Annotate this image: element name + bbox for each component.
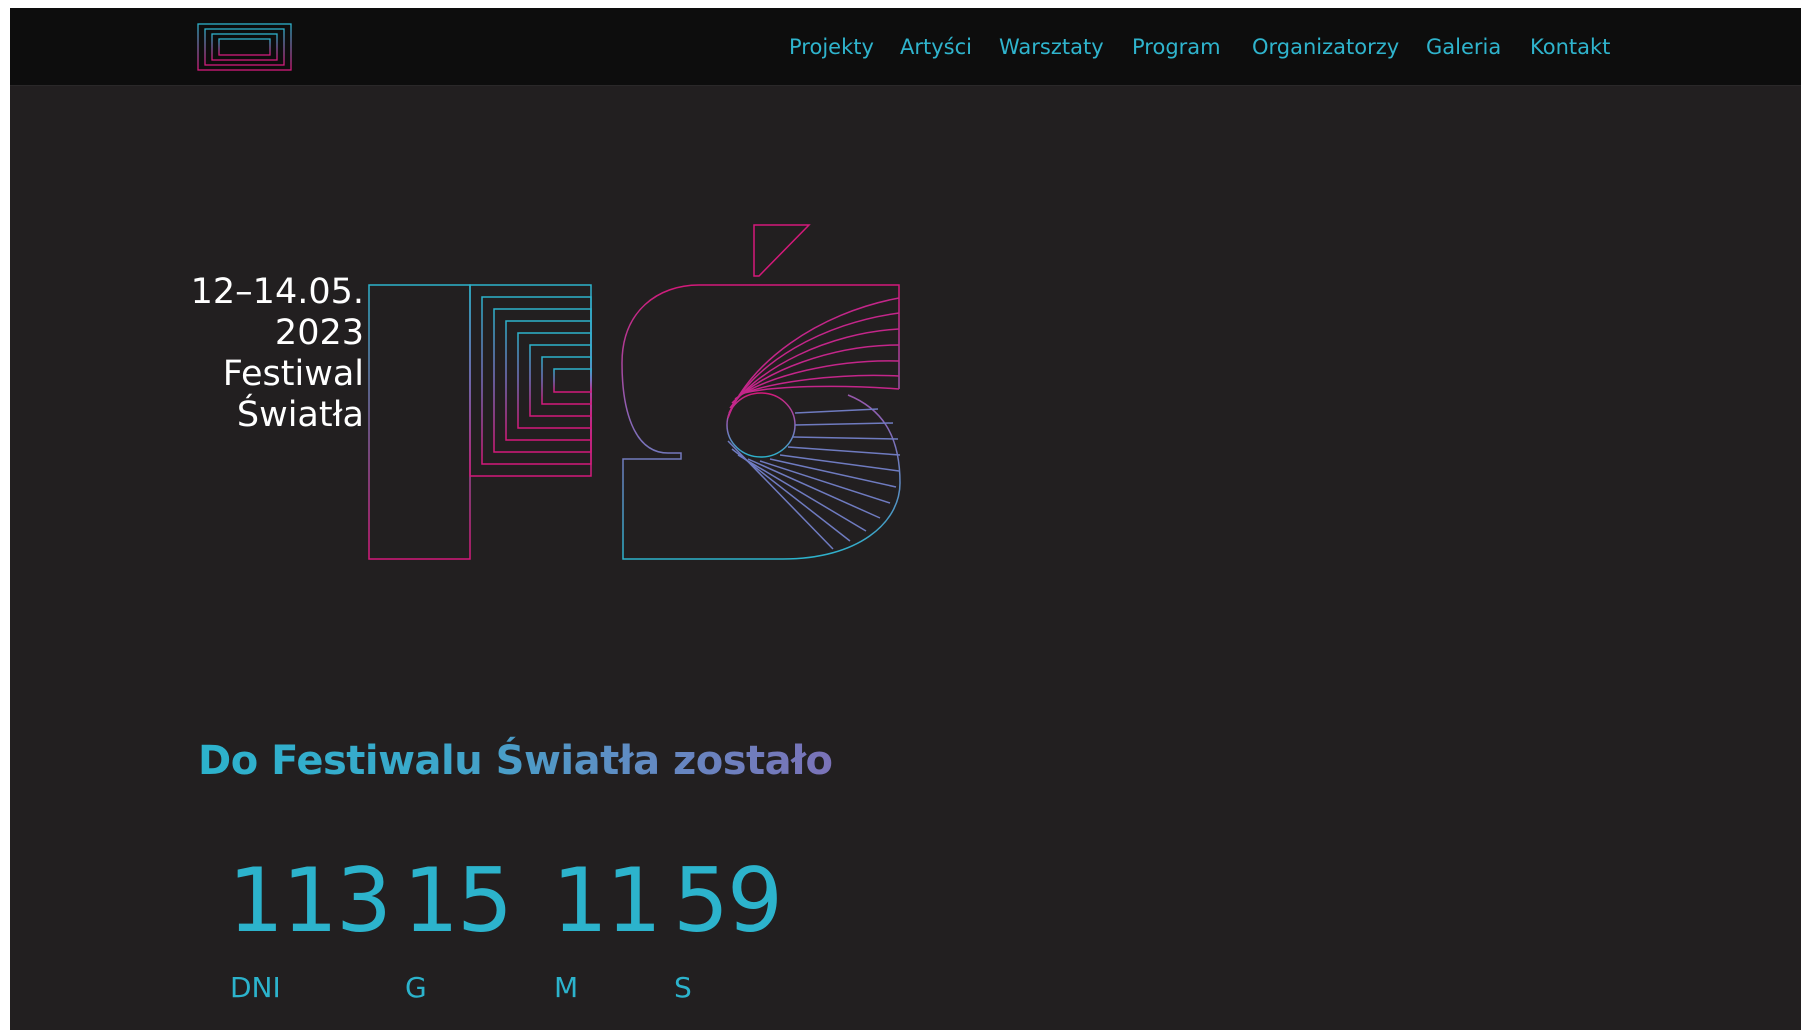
hero-event-info: 12–14.05. 2023 Festiwal Światła — [114, 272, 364, 436]
fs-festival-mark-icon — [368, 224, 901, 560]
countdown-seconds-label: S — [674, 971, 692, 1004]
site-header: Projekty Artyści Warsztaty Program Organ… — [10, 8, 1801, 86]
nav-item-galeria[interactable]: Galeria — [1426, 34, 1501, 60]
nav-item-warsztaty[interactable]: Warsztaty — [999, 34, 1104, 60]
hero-title-line-1: Festiwal — [222, 354, 364, 394]
nav-item-projekty[interactable]: Projekty — [789, 34, 874, 60]
hero-year: 2023 — [274, 313, 364, 353]
nav-item-organizatorzy[interactable]: Organizatorzy — [1252, 34, 1399, 60]
countdown-minutes-label: M — [554, 971, 579, 1004]
main-navigation: Projekty Artyści Warsztaty Program Organ… — [10, 8, 1801, 85]
nav-item-program[interactable]: Program — [1132, 34, 1221, 60]
countdown-minutes-value: 11 — [552, 849, 662, 952]
hero-title-line-2: Światła — [236, 395, 364, 435]
hero-dates: 12–14.05. — [190, 272, 364, 312]
countdown-days-label: DNI — [230, 971, 281, 1004]
countdown-hours-label: G — [405, 971, 427, 1004]
nav-item-artysci[interactable]: Artyści — [900, 34, 972, 60]
page: Projekty Artyści Warsztaty Program Organ… — [10, 8, 1801, 1030]
countdown-seconds-value: 59 — [673, 849, 783, 952]
countdown-heading: Do Festiwalu Światła zostało — [198, 738, 833, 784]
nav-item-kontakt[interactable]: Kontakt — [1530, 34, 1610, 60]
countdown-hours-value: 15 — [403, 849, 513, 952]
countdown-days-value: 113 — [228, 849, 392, 952]
